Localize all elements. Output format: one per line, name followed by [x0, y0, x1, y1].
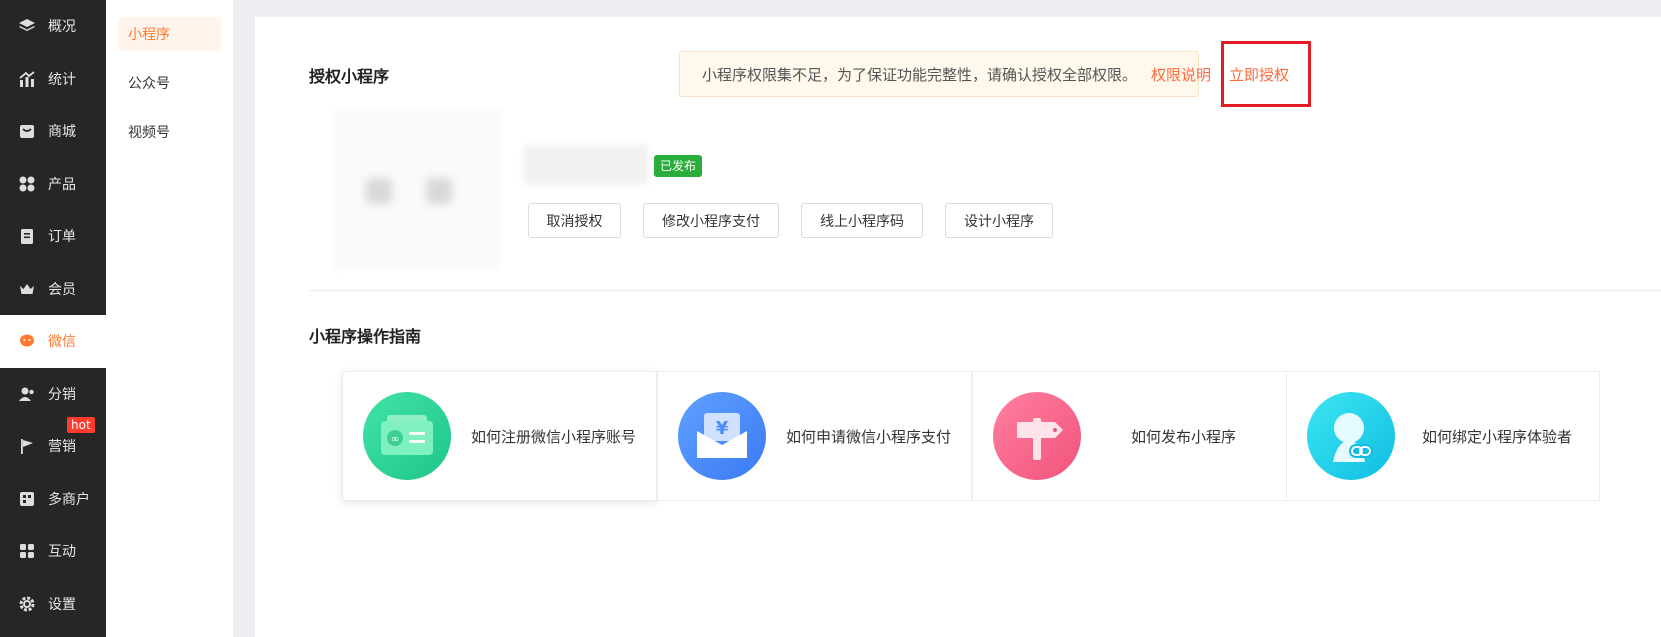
auth-section-title: 授权小程序 — [309, 67, 390, 86]
highlight-box — [1221, 41, 1311, 107]
svg-text:∞: ∞ — [391, 434, 399, 445]
section-divider — [309, 290, 1661, 291]
status-badge: 已发布 — [654, 155, 703, 177]
distribution-icon — [18, 385, 36, 403]
guide-card-label: 如何绑定小程序体验者 — [1421, 427, 1572, 446]
sidebar-item-multi-merchant[interactable]: 多商户 — [0, 473, 106, 526]
signpost-icon — [993, 392, 1081, 480]
guide-card-label: 如何申请微信小程序支付 — [785, 427, 951, 446]
chart-icon — [18, 70, 36, 88]
sidebar-item-label: 多商户 — [48, 491, 90, 508]
guide-card-payment[interactable]: ¥ 如何申请微信小程序支付 — [657, 371, 972, 501]
miniprogram-qrcode-thumbnail — [333, 110, 501, 270]
guide-card-label: 如何注册微信小程序账号 — [470, 427, 636, 446]
sidebar-item-label: 订单 — [48, 229, 76, 246]
guide-section-title: 小程序操作指南 — [309, 327, 422, 346]
crown-icon — [18, 280, 36, 298]
sidebar-item-marketing[interactable]: hot 营销 — [0, 417, 106, 473]
sidebar-item-label: 分销 — [48, 386, 76, 403]
interaction-icon — [18, 542, 36, 560]
sidebar-item-label: 商城 — [48, 124, 76, 141]
layers-icon — [18, 17, 36, 35]
sidebar-item-mall[interactable]: 商城 — [0, 105, 106, 158]
user-link-icon — [1307, 392, 1395, 480]
sidebar-item-overview[interactable]: 概况 — [0, 0, 106, 53]
subnav-item-miniprogram[interactable]: 小程序 — [118, 17, 221, 51]
sidebar-item-product[interactable]: 产品 — [0, 158, 106, 211]
sidebar-item-label: 营销 — [48, 439, 76, 456]
permission-info-link[interactable]: 权限说明 — [1151, 64, 1211, 85]
svg-text:¥: ¥ — [716, 418, 729, 439]
cancel-authorization-button[interactable]: 取消授权 — [528, 203, 621, 238]
sidebar-item-interaction[interactable]: 互动 — [0, 525, 106, 578]
shop-icon — [18, 122, 36, 140]
guide-card-tester[interactable]: 如何绑定小程序体验者 — [1286, 371, 1600, 501]
primary-sidebar: 概况 统计 商城 产品 订单 会员 微信 分销 hot 营销 多商户 互动 设置 — [0, 0, 106, 637]
subnav-item-official-account[interactable]: 公众号 — [118, 66, 221, 100]
merchant-icon — [18, 490, 36, 508]
online-qrcode-button[interactable]: 线上小程序码 — [801, 203, 923, 238]
sidebar-item-label: 会员 — [48, 281, 76, 298]
sidebar-item-label: 设置 — [48, 596, 76, 613]
gear-icon — [18, 595, 36, 613]
guide-card-label: 如何发布小程序 — [1130, 427, 1236, 446]
sidebar-item-label: 概况 — [48, 19, 76, 36]
product-icon — [18, 175, 36, 193]
sidebar-item-orders[interactable]: 订单 — [0, 210, 106, 263]
sidebar-item-label: 互动 — [48, 544, 76, 561]
sidebar-item-wechat[interactable]: 微信 — [0, 315, 106, 368]
sidebar-item-label: 微信 — [48, 334, 76, 351]
hot-badge: hot — [67, 417, 95, 433]
subnav-item-channels[interactable]: 视频号 — [118, 115, 221, 149]
payment-envelope-icon: ¥ — [678, 392, 766, 480]
sidebar-item-label: 产品 — [48, 176, 76, 193]
sidebar-item-distribution[interactable]: 分销 — [0, 368, 106, 421]
permission-notice: 小程序权限集不足，为了保证功能完整性，请确认授权全部权限。 权限说明 立即授权 — [679, 51, 1289, 97]
order-icon — [18, 227, 36, 245]
notice-text: 小程序权限集不足，为了保证功能完整性，请确认授权全部权限。 — [702, 65, 1138, 84]
wechat-icon — [18, 332, 36, 350]
flag-icon — [18, 437, 36, 455]
register-card-icon: ∞ — [363, 392, 451, 480]
sidebar-item-settings[interactable]: 设置 — [0, 578, 106, 631]
sidebar-item-label: 统计 — [48, 71, 76, 88]
sidebar-item-members[interactable]: 会员 — [0, 263, 106, 316]
guide-card-publish[interactable]: 如何发布小程序 — [972, 371, 1287, 501]
secondary-sidebar: 小程序 公众号 视频号 — [106, 0, 233, 637]
miniprogram-name-blurred — [524, 145, 648, 185]
modify-payment-button[interactable]: 修改小程序支付 — [643, 203, 779, 238]
sidebar-item-stats[interactable]: 统计 — [0, 53, 106, 106]
design-miniprogram-button[interactable]: 设计小程序 — [945, 203, 1053, 238]
guide-card-register[interactable]: ∞ 如何注册微信小程序账号 — [342, 371, 657, 501]
